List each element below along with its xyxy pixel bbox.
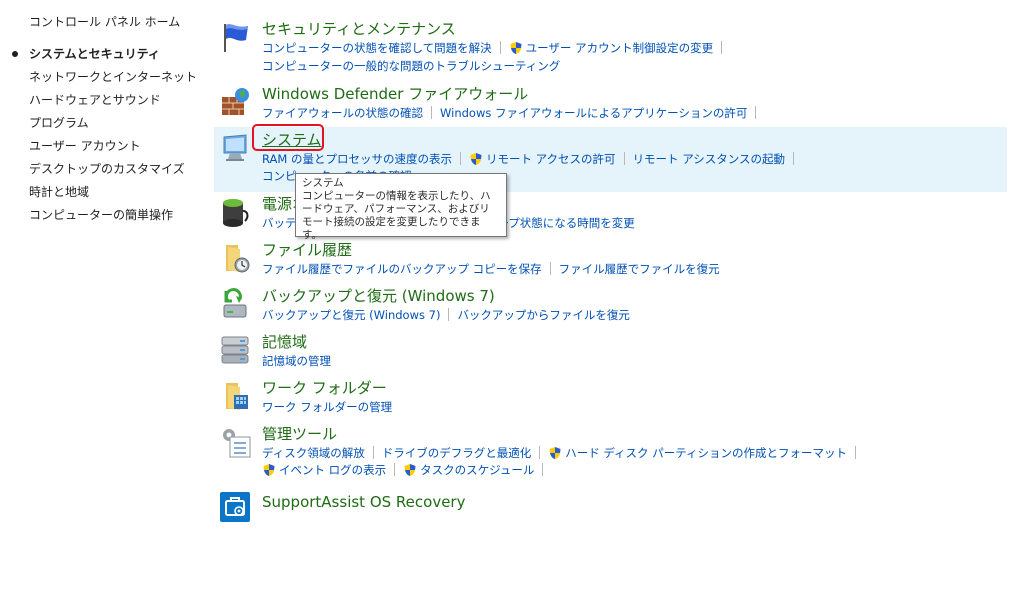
uac-shield-icon — [548, 446, 562, 460]
manage-storage-link[interactable]: 記憶域の管理 — [262, 354, 331, 368]
firewall-status-link[interactable]: ファイアウォールの状態の確認 — [262, 106, 423, 120]
flag-icon — [218, 20, 252, 54]
battery-icon — [218, 195, 252, 229]
link-separator — [623, 152, 625, 165]
link-separator — [499, 41, 501, 54]
link-separator — [793, 152, 795, 165]
restore-files-link[interactable]: ファイル履歴でファイルを復元 — [559, 262, 720, 276]
link-separator — [394, 463, 396, 476]
security-maintenance-title[interactable]: セキュリティとメンテナンス — [262, 20, 456, 38]
tooltip-title: システム — [302, 177, 344, 189]
category-file-history: ファイル履歴 ファイル履歴でファイルのバックアップ コピーを保存 ファイル履歴でフ… — [214, 241, 1007, 281]
category-admin-tools: 管理ツール ディスク領域の解放 ドライブのデフラグと最適化 ハード ディスク パーテ… — [214, 425, 1007, 481]
uac-settings-link[interactable]: ユーザー アカウント制御設定の変更 — [526, 41, 713, 55]
restore-from-backup-link[interactable]: バックアップからファイルを復元 — [457, 308, 630, 322]
allow-app-link[interactable]: Windows ファイアウォールによるアプリケーションの許可 — [440, 106, 747, 120]
disk-partition-link[interactable]: ハード ディスク パーティションの作成とフォーマット — [565, 446, 847, 460]
check-status-link[interactable]: コンピューターの状態を確認して問題を解決 — [262, 41, 492, 55]
security-links-row1: コンピューターの状態を確認して問題を解決 ユーザー アカウント制御設定の変更 — [262, 40, 730, 55]
firewall-icon — [218, 85, 252, 119]
link-separator — [372, 446, 374, 459]
event-log-link[interactable]: イベント ログの表示 — [279, 463, 386, 477]
link-separator — [459, 152, 461, 165]
troubleshoot-link[interactable]: コンピューターの一般的な問題のトラブルシューティング — [262, 59, 560, 73]
work-folders-title[interactable]: ワーク フォルダー — [262, 379, 387, 397]
sidebar-item-appearance[interactable]: デスクトップのカスタマイズ — [29, 161, 197, 184]
tooltip-body: コンピューターの情報を表示したり、ハードウェア、パフォーマンス、およびリモート接… — [302, 190, 491, 241]
link-separator — [542, 463, 544, 476]
link-separator — [755, 106, 757, 119]
admin-tools-icon — [218, 425, 252, 459]
uac-shield-icon — [509, 41, 523, 55]
sidebar-item-programs[interactable]: プログラム — [29, 115, 197, 138]
category-firewall: Windows Defender ファイアウォール ファイアウォールの状態の確認… — [214, 85, 1007, 125]
admin-tools-title[interactable]: 管理ツール — [262, 425, 337, 443]
link-separator — [448, 308, 450, 321]
security-links-row2: コンピューターの一般的な問題のトラブルシューティング — [262, 58, 560, 73]
storage-icon — [218, 333, 252, 367]
file-history-title[interactable]: ファイル履歴 — [262, 241, 352, 259]
system-links-row1: RAM の量とプロセッサの速度の表示 リモート アクセスの許可 リモート アシスタン… — [262, 151, 802, 166]
work-folder-icon — [218, 379, 252, 413]
backup-restore-link[interactable]: バックアップと復元 (Windows 7) — [262, 308, 440, 322]
uac-shield-icon — [469, 152, 483, 166]
category-storage: 記憶域 記憶域の管理 — [214, 333, 1007, 373]
admin-tools-links-row1: ディスク領域の解放 ドライブのデフラグと最適化 ハード ディスク パーティションの作… — [262, 445, 864, 460]
work-folders-links-row1: ワーク フォルダーの管理 — [262, 399, 392, 414]
control-panel-home-link[interactable]: コントロール パネル ホーム — [29, 13, 180, 30]
backup-restore-title[interactable]: バックアップと復元 (Windows 7) — [262, 287, 495, 305]
save-backup-copy-link[interactable]: ファイル履歴でファイルのバックアップ コピーを保存 — [262, 262, 542, 276]
link-separator — [855, 446, 857, 459]
backup-links-row1: バックアップと復元 (Windows 7) バックアップからファイルを復元 — [262, 307, 630, 322]
link-separator — [721, 41, 723, 54]
uac-shield-icon — [262, 463, 276, 477]
category-security-maintenance: セキュリティとメンテナンス コンピューターの状態を確認して問題を解決 ユーザー ア… — [214, 18, 1007, 74]
supportassist-title[interactable]: SupportAssist OS Recovery — [262, 493, 465, 511]
sidebar-item-ease-of-access[interactable]: コンピューターの簡単操作 — [29, 207, 197, 230]
disk-cleanup-link[interactable]: ディスク領域の解放 — [262, 446, 365, 460]
sidebar: コントロール パネル ホーム システムとセキュリティ ネットワークとインターネッ… — [0, 0, 210, 597]
firewall-links-row1: ファイアウォールの状態の確認 Windows ファイアウォールによるアプリケーショ… — [262, 105, 764, 120]
category-list: セキュリティとメンテナンス コンピューターの状態を確認して問題を解決 ユーザー ア… — [214, 0, 1007, 597]
uac-shield-icon — [403, 463, 417, 477]
supportassist-icon — [218, 490, 252, 524]
system-title[interactable]: システム — [262, 131, 322, 149]
sidebar-item-network[interactable]: ネットワークとインターネット — [29, 69, 197, 92]
sidebar-item-system-security[interactable]: システムとセキュリティ — [12, 46, 197, 69]
sidebar-nav: システムとセキュリティ ネットワークとインターネット ハードウェアとサウンド プ… — [12, 46, 197, 230]
folder-clock-icon — [218, 241, 252, 275]
link-separator — [539, 446, 541, 459]
category-work-folders: ワーク フォルダー ワーク フォルダーの管理 — [214, 379, 1007, 419]
sidebar-item-clock-region[interactable]: 時計と地域 — [29, 184, 197, 207]
sidebar-item-user-accounts[interactable]: ユーザー アカウント — [29, 138, 197, 161]
backup-icon — [218, 287, 252, 321]
current-bullet-icon — [12, 51, 18, 57]
link-separator — [549, 262, 551, 275]
defragment-link[interactable]: ドライブのデフラグと最適化 — [382, 446, 532, 460]
storage-links-row1: 記憶域の管理 — [262, 353, 331, 368]
manage-work-folders-link[interactable]: ワーク フォルダーの管理 — [262, 400, 392, 414]
storage-title[interactable]: 記憶域 — [262, 333, 307, 351]
file-history-links-row1: ファイル履歴でファイルのバックアップ コピーを保存 ファイル履歴でファイルを復元 — [262, 261, 720, 276]
remote-assistance-link[interactable]: リモート アシスタンスの起動 — [633, 152, 785, 166]
admin-tools-links-row2: イベント ログの表示 タスクのスケジュール — [262, 462, 551, 477]
category-backup-restore: バックアップと復元 (Windows 7) バックアップと復元 (Windows… — [214, 287, 1007, 327]
link-separator — [431, 106, 432, 119]
system-tooltip: システム コンピューターの情報を表示したり、ハードウェア、パフォーマンス、および… — [295, 173, 507, 241]
remote-access-link[interactable]: リモート アクセスの許可 — [486, 152, 616, 166]
category-supportassist: SupportAssist OS Recovery — [214, 490, 1007, 526]
computer-icon — [218, 131, 252, 165]
ram-processor-link[interactable]: RAM の量とプロセッサの速度の表示 — [262, 152, 452, 166]
firewall-title[interactable]: Windows Defender ファイアウォール — [262, 85, 528, 103]
schedule-tasks-link[interactable]: タスクのスケジュール — [420, 463, 534, 477]
sidebar-item-hardware-sound[interactable]: ハードウェアとサウンド — [29, 92, 197, 115]
